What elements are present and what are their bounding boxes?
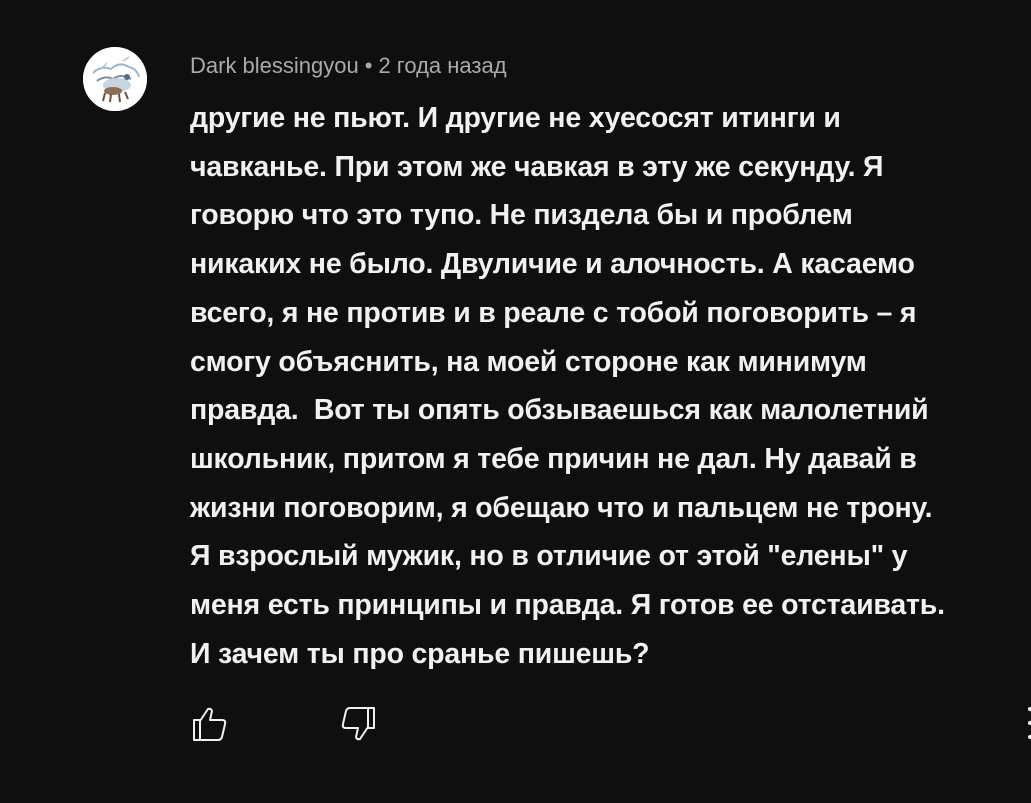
comment-text-line: школьник, притом я тебе причин не дал. Н… [190,442,917,475]
comment-text-line: меня есть принципы и правда. Я готов ее … [190,589,945,622]
comment-text-line: жизни поговорим, я обещаю что и пальцем … [190,491,933,524]
like-button[interactable] [188,702,232,746]
avatar-image [83,47,147,111]
comment-text-line: И зачем ты про сранье пишешь? [190,637,650,670]
thumbs-up-icon [193,707,227,741]
comment-thread: Dark blessingyou • 2 года назад другие не … [0,0,1031,803]
meta-separator: • [364,53,373,78]
more-options-button[interactable] [1022,703,1031,743]
comment-text-line: всего, я не против и в реале с тобой пог… [190,296,917,329]
comment-meta: Dark blessingyou • 2 года назад [190,52,507,80]
comment-text: другие не пьют. И другие не хуесосят ити… [190,94,1026,678]
author-name[interactable]: Dark blessingyou [190,53,359,78]
comment-text-line: правда. Вот ты опять обзываешься как мал… [190,394,929,427]
comment-text-line: другие не пьют. И другие не хуесосят ити… [190,102,841,134]
comment-text-line: говорю что это тупо. Не пиздела бы и про… [190,199,853,232]
comment-text-line: никаких не было. Двуличие и алочность. А… [190,248,915,281]
avatar[interactable] [83,47,147,111]
comment-timestamp[interactable]: 2 года назад [378,53,506,78]
thumbs-down-icon [341,707,375,741]
comment-text-line: чавканье. При этом же чавкая в эту же се… [190,150,884,183]
dislike-button[interactable] [336,702,380,746]
comment-text-line: Я взрослый мужик, но в отличие от этой "… [190,540,908,573]
comment-text-line: смогу объяснить, на моей стороне как мин… [190,345,867,378]
